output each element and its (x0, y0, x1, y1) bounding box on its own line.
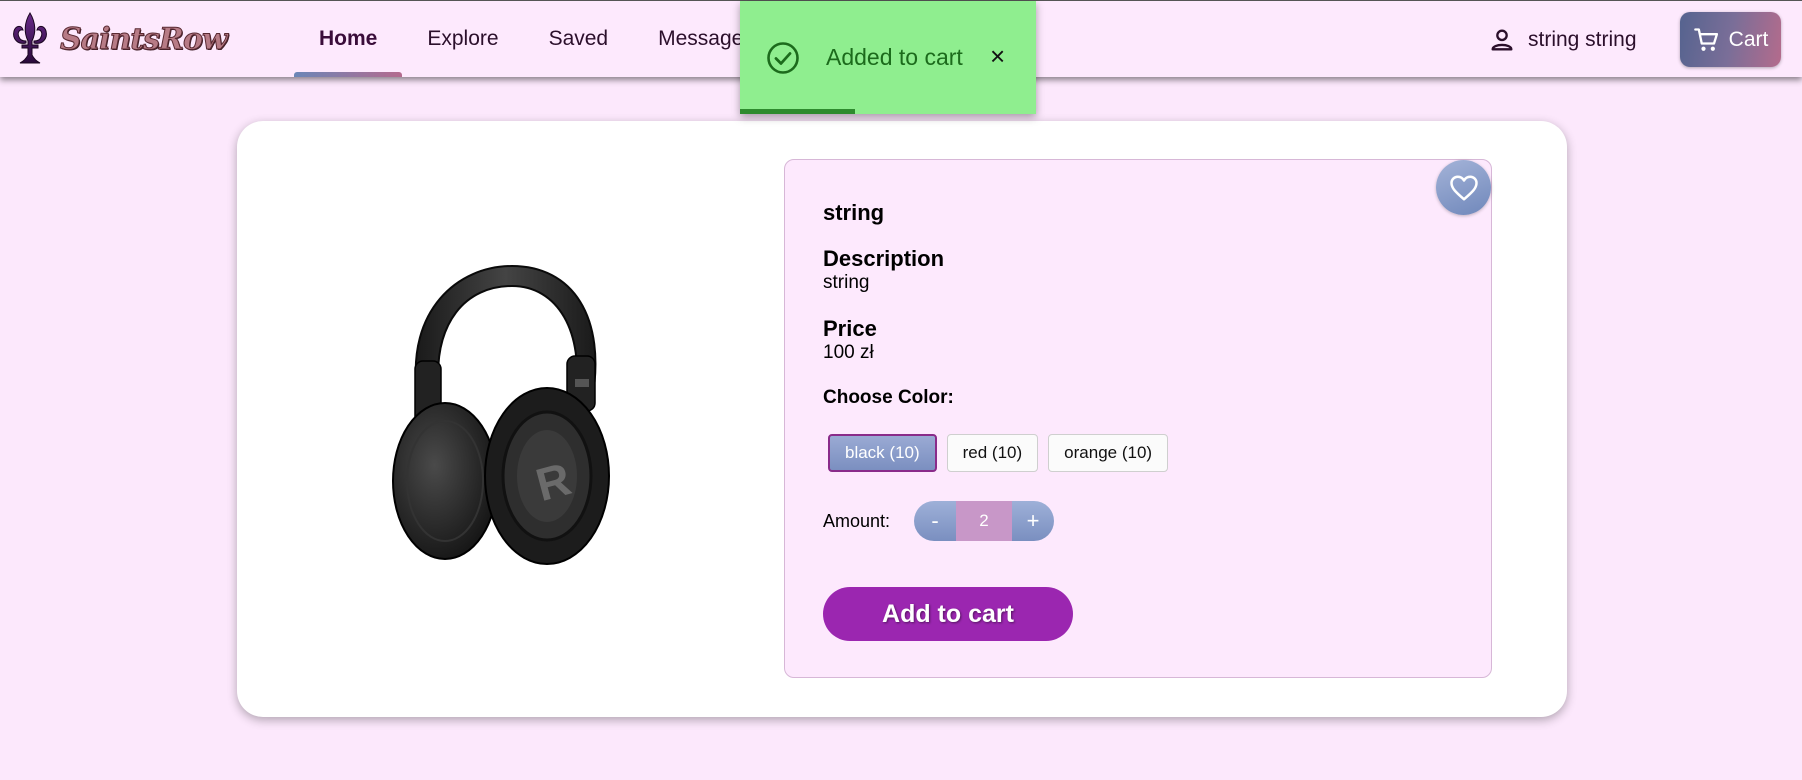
tab-home[interactable]: Home (294, 1, 403, 77)
brand-logo[interactable]: SaintsRow (4, 9, 229, 69)
product-name: string (823, 200, 885, 225)
increase-quantity-button[interactable]: + (1012, 501, 1054, 541)
amount-label: Amount: (823, 511, 891, 531)
tab-home-label: Home (319, 27, 378, 50)
decrease-quantity-button[interactable]: - (914, 501, 956, 541)
color-options: black (10) red (10) orange (10) (828, 434, 1169, 472)
heart-icon (1449, 175, 1478, 200)
description-heading: Description (823, 246, 945, 271)
user-menu[interactable]: string string (1488, 23, 1637, 57)
person-icon (1491, 29, 1513, 51)
toast-progress-bar (740, 109, 856, 114)
check-circle-icon (767, 42, 799, 74)
price-heading: Price (823, 316, 877, 341)
cart-button[interactable]: Cart (1680, 12, 1781, 67)
quantity-stepper: - + (914, 501, 1054, 541)
description-text: string (823, 272, 870, 293)
favorite-button[interactable] (1436, 160, 1491, 215)
close-icon[interactable]: × (990, 43, 1005, 69)
price-value: 100 zł (823, 342, 874, 363)
tab-saved-label: Saved (548, 27, 609, 50)
cart-label: Cart (1728, 27, 1769, 51)
headphones-image: R (392, 264, 610, 565)
color-heading: Choose Color: (823, 387, 954, 408)
fleur-de-lis-icon (13, 12, 47, 64)
color-option-black[interactable]: black (10) (828, 434, 937, 472)
shopping-cart-icon (1693, 27, 1718, 51)
tab-saved[interactable]: Saved (524, 1, 634, 77)
quantity-input[interactable] (956, 501, 1012, 541)
color-option-orange[interactable]: orange (10) (1048, 434, 1169, 472)
toast-notification: Added to cart × (740, 1, 1036, 114)
tab-explore[interactable]: Explore (402, 1, 523, 77)
add-to-cart-button[interactable]: Add to cart (823, 587, 1073, 641)
user-name: string string (1528, 28, 1637, 51)
tab-explore-label: Explore (427, 27, 499, 50)
product-details-panel: string Description string Price 100 zł C… (784, 159, 1492, 678)
product-card: R string Description string Price 100 zł… (237, 121, 1567, 717)
toast-message: Added to cart (826, 44, 963, 70)
color-option-red[interactable]: red (10) (946, 434, 1039, 472)
nav-tabs: Home Explore Saved Messages (294, 1, 779, 77)
brand-logo-text: SaintsRow (60, 21, 229, 57)
